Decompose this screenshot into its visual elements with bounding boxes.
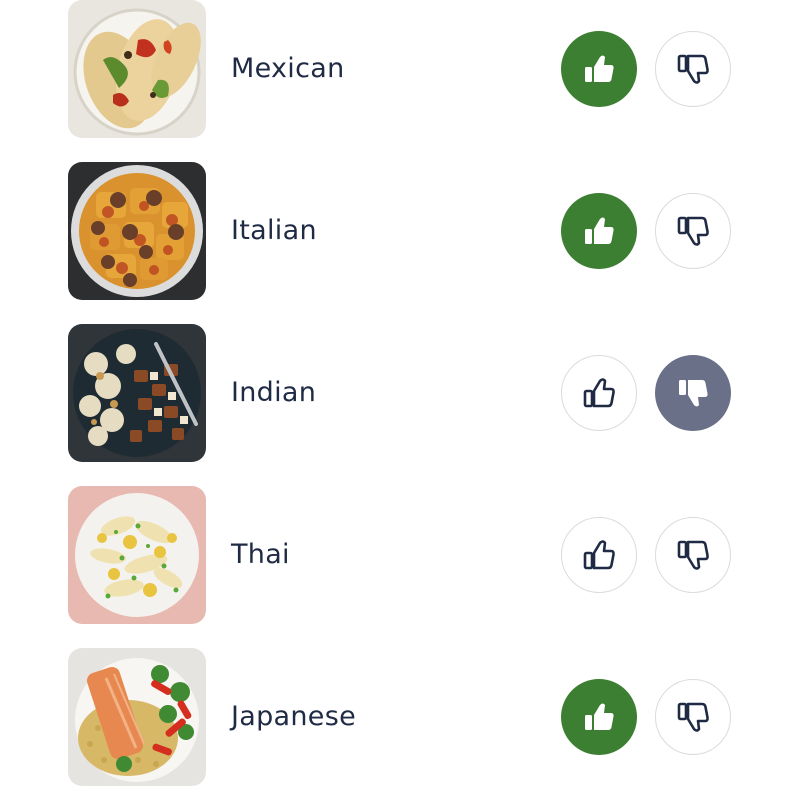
cuisine-row-thai: Thai bbox=[0, 486, 800, 624]
thumbs-down-icon bbox=[677, 702, 709, 732]
dislike-button[interactable] bbox=[655, 193, 731, 269]
thumbs-down-icon bbox=[677, 540, 709, 570]
cuisine-label: Italian bbox=[231, 215, 317, 246]
salmon-rice-photo bbox=[68, 648, 206, 786]
cuisine-row-japanese: Japanese bbox=[0, 648, 800, 786]
like-button[interactable] bbox=[561, 193, 637, 269]
cuisine-row-indian: Indian bbox=[0, 324, 800, 462]
cuisine-row-italian: Italian bbox=[0, 162, 800, 300]
dislike-button[interactable] bbox=[655, 517, 731, 593]
tacos-photo bbox=[68, 0, 206, 138]
cuisine-label: Thai bbox=[231, 539, 290, 570]
like-button[interactable] bbox=[561, 679, 637, 755]
thumbs-up-icon bbox=[585, 217, 614, 244]
like-button[interactable] bbox=[561, 355, 637, 431]
thumbs-down-icon bbox=[677, 216, 709, 246]
dislike-button[interactable] bbox=[655, 355, 731, 431]
like-button[interactable] bbox=[561, 31, 637, 107]
dislike-button[interactable] bbox=[655, 31, 731, 107]
like-button[interactable] bbox=[561, 517, 637, 593]
cuisine-preference-list: Mexican Italian Indian Thai Japanese bbox=[0, 0, 800, 800]
thumbs-up-icon bbox=[585, 703, 614, 730]
cuisine-label: Japanese bbox=[231, 701, 356, 732]
thumbs-up-icon bbox=[585, 55, 614, 82]
thumbs-up-icon bbox=[583, 540, 615, 570]
thumbs-up-icon bbox=[583, 378, 615, 408]
ravioli-photo bbox=[68, 162, 206, 300]
dislike-button[interactable] bbox=[655, 679, 731, 755]
thumbs-down-icon bbox=[677, 54, 709, 84]
cuisine-label: Mexican bbox=[231, 53, 345, 84]
cuisine-row-mexican: Mexican bbox=[0, 0, 800, 138]
noodles-photo bbox=[68, 486, 206, 624]
cuisine-label: Indian bbox=[231, 377, 317, 408]
curry-photo bbox=[68, 324, 206, 462]
thumbs-down-icon bbox=[679, 380, 708, 407]
